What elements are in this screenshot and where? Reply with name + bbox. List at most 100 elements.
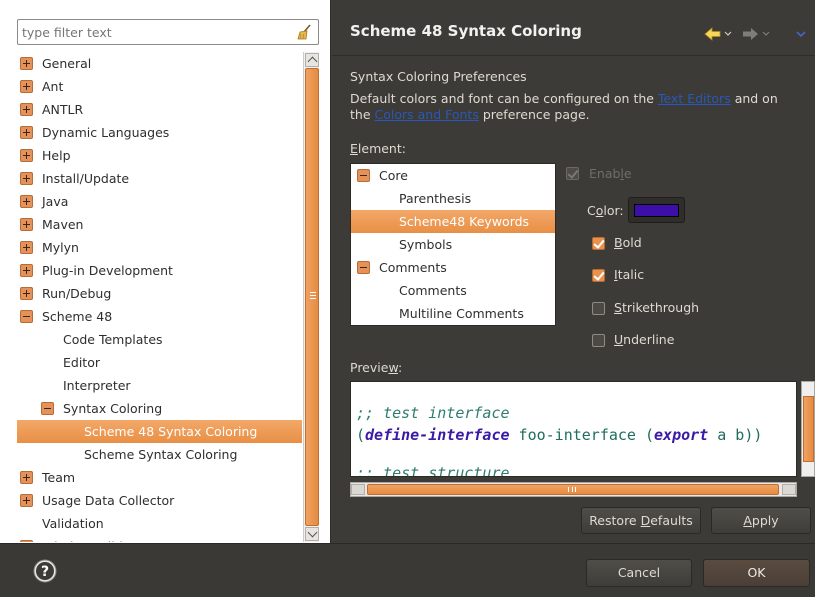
tree-item-run-debug[interactable]: Run/Debug: [17, 282, 302, 305]
expand-plus-icon[interactable]: [20, 241, 33, 254]
collapse-minus-icon[interactable]: [357, 169, 370, 182]
expand-plus-icon[interactable]: [20, 80, 33, 93]
back-arrow-icon[interactable]: [704, 26, 734, 42]
grip-icon: [310, 292, 316, 299]
label-text: Previe: [350, 360, 389, 375]
expand-plus-icon[interactable]: [20, 218, 33, 231]
page-title: Scheme 48 Syntax Coloring: [350, 22, 582, 40]
expand-plus-icon[interactable]: [20, 540, 33, 542]
view-menu-chevron-icon[interactable]: [794, 26, 808, 42]
color-label: Color:: [587, 203, 624, 218]
tree-item-general[interactable]: General: [17, 52, 302, 75]
tree-item-plug-in-development[interactable]: Plug-in Development: [17, 259, 302, 282]
tree-item-scheme-48[interactable]: Scheme 48: [17, 305, 302, 328]
clear-filter-icon[interactable]: [296, 23, 314, 41]
expand-plus-icon[interactable]: [20, 287, 33, 300]
description-line-2: the Colors and Fonts preference page.: [350, 107, 590, 122]
tree-item-label: Comments: [399, 283, 467, 298]
tree-item-scheme-48-syntax-coloring[interactable]: Scheme 48 Syntax Coloring: [17, 420, 302, 443]
tree-item-windowbuilder[interactable]: WindowBuilder: [17, 535, 302, 542]
apply-button[interactable]: Apply: [711, 507, 811, 534]
collapse-minus-icon[interactable]: [20, 310, 33, 323]
preview-comment-line: ;; test structure: [356, 464, 510, 477]
element-item-core[interactable]: Core: [351, 164, 555, 187]
grip-icon: [568, 487, 576, 492]
expand-plus-icon[interactable]: [20, 494, 33, 507]
preferences-nav-pane: General Ant ANTLR Dynamic Languages Help Inst…: [0, 0, 331, 543]
element-item-symbols[interactable]: Symbols: [351, 233, 555, 256]
scroll-down-arrow-icon[interactable]: [305, 527, 319, 541]
expand-plus-icon[interactable]: [20, 149, 33, 162]
label-text: trikethrough: [621, 300, 700, 315]
tree-item-java[interactable]: Java: [17, 190, 302, 213]
cancel-button[interactable]: Cancel: [586, 559, 692, 587]
tree-scrollbar[interactable]: [303, 52, 319, 542]
bold-checkbox[interactable]: [592, 237, 605, 250]
expand-plus-icon[interactable]: [20, 195, 33, 208]
tree-item-label: Dynamic Languages: [42, 125, 170, 140]
scrollbar-thumb[interactable]: [803, 396, 814, 462]
preview-horizontal-scrollbar[interactable]: [350, 482, 797, 497]
tree-item-scheme-syntax-coloring[interactable]: Scheme Syntax Coloring: [17, 443, 302, 466]
enable-checkbox[interactable]: [566, 167, 579, 180]
scrollbar-thumb[interactable]: [305, 68, 319, 526]
expand-plus-icon[interactable]: [20, 172, 33, 185]
scroll-left-arrow-icon[interactable]: [351, 484, 365, 495]
tree-item-usage-data-collector[interactable]: Usage Data Collector: [17, 489, 302, 512]
element-item-comments[interactable]: Comments: [351, 279, 555, 302]
tree-item-validation[interactable]: Validation: [17, 512, 302, 535]
tree-item-interpreter[interactable]: Interpreter: [17, 374, 302, 397]
italic-label: Italic: [614, 267, 644, 282]
tree-item-help[interactable]: Help: [17, 144, 302, 167]
element-item-parenthesis[interactable]: Parenthesis: [351, 187, 555, 210]
scroll-up-arrow-icon[interactable]: [305, 53, 319, 67]
color-picker-button[interactable]: [628, 197, 685, 223]
description-text: Default colors and font can be configure…: [350, 91, 658, 106]
collapse-minus-icon[interactable]: [41, 402, 54, 415]
label-text: C: [587, 203, 596, 218]
strikethrough-checkbox[interactable]: [592, 302, 605, 315]
tree-item-label: Scheme 48 Syntax Coloring: [84, 424, 258, 439]
element-item-comments[interactable]: Comments: [351, 256, 555, 279]
scrollbar-thumb[interactable]: [367, 484, 779, 495]
preview-editor[interactable]: ;; test interface (define-interface foo-…: [350, 381, 797, 477]
mnemonic: w: [388, 360, 398, 375]
text-editors-link[interactable]: Text Editors: [658, 91, 731, 106]
tree-item-editor[interactable]: Editor: [17, 351, 302, 374]
tree-item-code-templates[interactable]: Code Templates: [17, 328, 302, 351]
tree-item-maven[interactable]: Maven: [17, 213, 302, 236]
italic-checkbox[interactable]: [592, 269, 605, 282]
expand-plus-icon[interactable]: [20, 103, 33, 116]
tree-item-antlr[interactable]: ANTLR: [17, 98, 302, 121]
tree-item-ant[interactable]: Ant: [17, 75, 302, 98]
ok-button[interactable]: OK: [703, 559, 810, 587]
element-item-scheme48-keywords[interactable]: Scheme48 Keywords: [351, 210, 555, 233]
mnemonic: A: [743, 513, 752, 528]
expand-plus-icon[interactable]: [20, 264, 33, 277]
mnemonic: E: [350, 141, 358, 156]
tree-item-label: Parenthesis: [399, 191, 472, 206]
tree-item-dynamic-languages[interactable]: Dynamic Languages: [17, 121, 302, 144]
tree-item-install-update[interactable]: Install/Update: [17, 167, 302, 190]
help-icon[interactable]: ?: [33, 559, 57, 583]
expand-plus-icon[interactable]: [20, 126, 33, 139]
tree-item-syntax-coloring[interactable]: Syntax Coloring: [17, 397, 302, 420]
expand-plus-icon[interactable]: [20, 471, 33, 484]
colors-and-fonts-link[interactable]: Colors and Fonts: [375, 107, 479, 122]
collapse-minus-icon[interactable]: [357, 261, 370, 274]
underline-checkbox[interactable]: [592, 334, 605, 347]
dialog-footer: ? Cancel OK: [0, 543, 815, 597]
preview-vertical-scrollbar[interactable]: [801, 381, 815, 477]
forward-arrow-icon[interactable]: [742, 26, 772, 42]
label-text: lement:: [357, 141, 406, 156]
tree-item-label: Maven: [42, 217, 84, 232]
tree-item-team[interactable]: Team: [17, 466, 302, 489]
element-item-multiline-comments[interactable]: Multiline Comments: [351, 302, 555, 325]
filter-input[interactable]: [22, 23, 282, 41]
restore-defaults-button[interactable]: Restore Defaults: [581, 507, 701, 534]
scroll-right-arrow-icon[interactable]: [782, 484, 796, 495]
expand-plus-icon[interactable]: [20, 57, 33, 70]
tree-item-label: Team: [42, 470, 76, 485]
tree-item-mylyn[interactable]: Mylyn: [17, 236, 302, 259]
label-text: nderline: [623, 332, 675, 347]
